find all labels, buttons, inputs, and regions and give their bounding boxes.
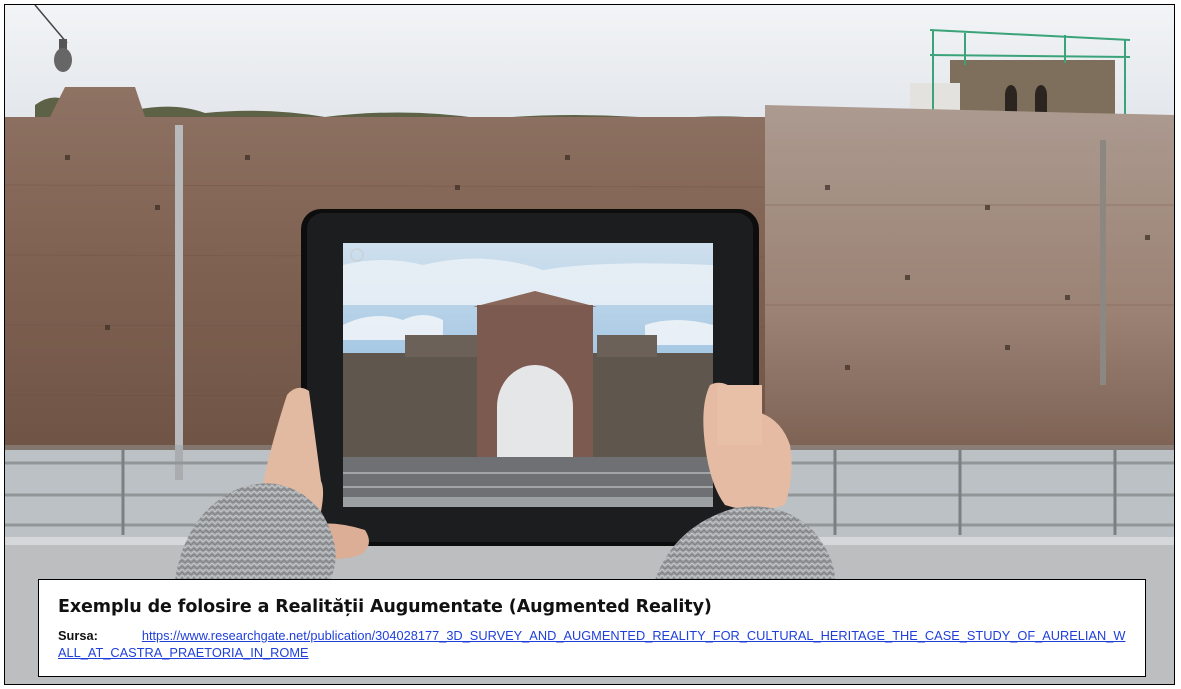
caption-source: Sursa: https://www.researchgate.net/publi… xyxy=(58,627,1126,661)
ar-arch xyxy=(473,291,597,465)
figure-frame: Exemplu de folosire a Realității Augumen… xyxy=(4,4,1175,685)
caption-title: Exemplu de folosire a Realității Augumen… xyxy=(58,597,712,617)
tablet-icon xyxy=(301,209,759,546)
source-label: Sursa: xyxy=(58,628,98,643)
lamp-pole xyxy=(1100,140,1106,385)
caption-box: Exemplu de folosire a Realității Augumen… xyxy=(38,579,1146,677)
aurelian-wall-right xyxy=(765,105,1174,450)
lamp-pole xyxy=(175,125,183,480)
source-link[interactable]: https://www.researchgate.net/publication… xyxy=(58,628,1125,660)
